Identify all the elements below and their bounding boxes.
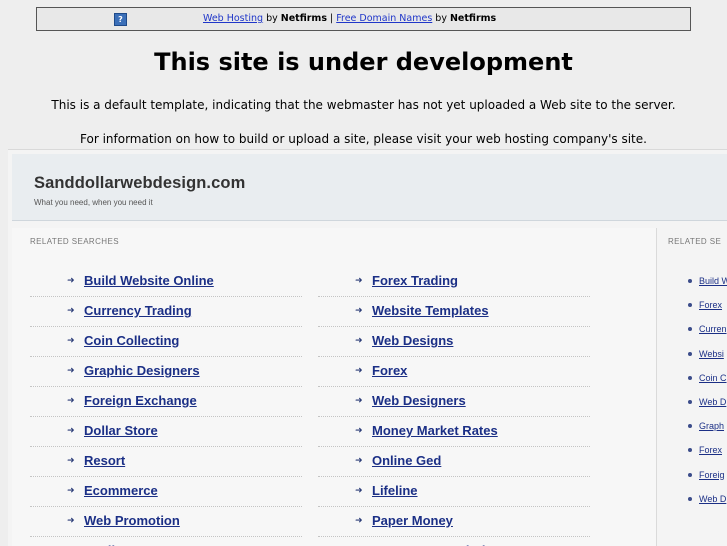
separator: |: [326, 13, 337, 24]
bullet-icon: [688, 303, 692, 308]
arrow-icon: ➜: [67, 336, 75, 346]
side-related-searches-label: RELATED SE: [668, 237, 722, 246]
arrow-icon: ➜: [355, 396, 363, 406]
parked-domain-frame: Sanddollarwebdesign.com What you need, w…: [8, 149, 727, 546]
arrow-icon: ➜: [67, 486, 75, 496]
related-search-item[interactable]: ➜ Coin Collecting: [30, 328, 302, 357]
side-related-search-link[interactable]: Forex: [699, 300, 722, 310]
side-related-search-link[interactable]: Build W: [699, 276, 727, 286]
side-related-search-link[interactable]: Web D: [699, 494, 726, 504]
free-domain-names-link[interactable]: Free Domain Names: [336, 13, 432, 24]
related-search-item[interactable]: ➜ Website Templates: [318, 298, 590, 327]
related-search-link[interactable]: Paper Money: [372, 513, 453, 528]
frame-header: Sanddollarwebdesign.com What you need, w…: [12, 154, 727, 221]
related-searches-label: RELATED SEARCHES: [30, 237, 119, 246]
related-search-item[interactable]: ➜ Foreign Exchange: [30, 388, 302, 417]
arrow-icon: ➜: [67, 306, 75, 316]
arrow-icon: ➜: [355, 456, 363, 466]
related-search-item[interactable]: ➜ Ecommerce: [30, 478, 302, 507]
related-search-link[interactable]: Web Promotion: [84, 513, 180, 528]
related-search-link[interactable]: Lifeline: [372, 483, 418, 498]
web-hosting-link[interactable]: Web Hosting: [203, 13, 263, 24]
related-searches-column-1: ➜ Build Website Online ➜ Currency Trading ➜ C…: [30, 268, 302, 546]
page-title: This site is under development: [154, 48, 573, 76]
related-search-item[interactable]: ➜ Web Promotion: [30, 508, 302, 537]
related-search-link[interactable]: Build Website Online: [84, 273, 214, 288]
default-template-message: This is a default template, indicating t…: [51, 98, 676, 112]
arrow-icon: ➜: [67, 276, 75, 286]
related-search-item[interactable]: ➜ Build Website Online: [30, 268, 302, 297]
bullet-icon: [688, 279, 692, 283]
related-search-item[interactable]: ➜ Forex Trading: [318, 268, 590, 297]
bullet-icon: [688, 327, 692, 332]
related-search-link[interactable]: Currency Trading: [84, 303, 192, 318]
side-related-search-link[interactable]: Web D: [699, 397, 726, 407]
related-search-item[interactable]: ➜ Web Designers: [318, 388, 590, 417]
related-search-link[interactable]: Forex: [372, 363, 407, 378]
related-search-link[interactable]: Web Designers: [372, 393, 466, 408]
related-search-link[interactable]: Dollar Store: [84, 423, 158, 438]
arrow-icon: ➜: [355, 306, 363, 316]
bullet-icon: [688, 496, 692, 501]
side-related-search-link[interactable]: Foreig: [699, 470, 725, 480]
arrow-icon: ➜: [67, 426, 75, 436]
related-search-item[interactable]: ➜ Web Designs: [318, 328, 590, 357]
top-banner: ? Web Hosting by Netfirms | Free Domain …: [36, 7, 691, 31]
related-search-item[interactable]: ➜ Lifeline: [318, 478, 590, 507]
site-tagline: What you need, when you need it: [34, 198, 153, 207]
related-search-link[interactable]: Web Designs: [372, 333, 453, 348]
bullet-icon: [688, 400, 692, 404]
related-search-item[interactable]: ➜ Dollar Store: [30, 418, 302, 447]
related-search-item[interactable]: ➜ Resort: [30, 448, 302, 477]
site-name[interactable]: Sanddollarwebdesign.com: [34, 174, 245, 193]
related-search-item[interactable]: ➜ Forex: [318, 358, 590, 387]
side-related-search-link[interactable]: Curren: [699, 324, 727, 334]
related-search-link[interactable]: Website Templates: [372, 303, 489, 318]
arrow-icon: ➜: [355, 366, 363, 376]
related-search-link[interactable]: Money Market Rates: [372, 423, 498, 438]
related-search-link[interactable]: Foreign Exchange: [84, 393, 197, 408]
bullet-icon: [688, 375, 692, 380]
bullet-icon: [688, 472, 692, 477]
arrow-icon: ➜: [355, 516, 363, 526]
side-related-search-link[interactable]: Websi: [699, 349, 724, 359]
arrow-icon: ➜: [355, 486, 363, 496]
side-related-search-link[interactable]: Coin C: [699, 373, 727, 383]
arrow-icon: ➜: [67, 396, 75, 406]
related-search-link[interactable]: Ecommerce: [84, 483, 158, 498]
related-search-item[interactable]: ➜ Graphic Designers: [30, 358, 302, 387]
related-searches-column-2: ➜ Forex Trading ➜ Website Templates ➜ Web Des…: [318, 268, 590, 546]
bullet-icon: [688, 448, 692, 453]
arrow-icon: ➜: [355, 276, 363, 286]
netfirms-brand: Netfirms: [449, 13, 497, 24]
related-search-link[interactable]: Resort: [84, 453, 125, 468]
arrow-icon: ➜: [355, 426, 363, 436]
hosting-info-message: For information on how to build or uploa…: [80, 132, 647, 146]
side-related-search-link[interactable]: Graph: [699, 421, 724, 431]
by-text: by: [263, 13, 281, 24]
side-related-searches: RELATED SE Build W Forex Curren Websi Coin C…: [668, 228, 727, 546]
related-search-item[interactable]: ➜ Money Market Rates: [318, 418, 590, 447]
netfirms-brand: Netfirms: [280, 13, 327, 24]
related-search-link[interactable]: Graphic Designers: [84, 363, 200, 378]
arrow-icon: ➜: [355, 336, 363, 346]
related-search-link[interactable]: Forex Trading: [372, 273, 458, 288]
related-search-link[interactable]: Online Ged: [372, 453, 441, 468]
hosting-links: Web Hosting by Netfirms | Free Domain Na…: [203, 8, 496, 30]
arrow-icon: ➜: [67, 456, 75, 466]
related-search-item[interactable]: ➜ Paper Money: [318, 508, 590, 537]
related-search-item[interactable]: ➜ Online Ged: [318, 448, 590, 477]
bullet-icon: [688, 351, 692, 356]
related-searches-panel: RELATED SEARCHES ➜ Build Website Online ➜ C…: [12, 228, 657, 546]
side-related-search-link[interactable]: Forex: [699, 445, 722, 455]
help-icon[interactable]: ?: [114, 13, 127, 26]
arrow-icon: ➜: [67, 366, 75, 376]
related-search-link[interactable]: Coin Collecting: [84, 333, 179, 348]
by-text: by: [432, 13, 450, 24]
bullet-icon: [688, 424, 692, 429]
related-search-item[interactable]: ➜ Currency Trading: [30, 298, 302, 327]
arrow-icon: ➜: [67, 516, 75, 526]
